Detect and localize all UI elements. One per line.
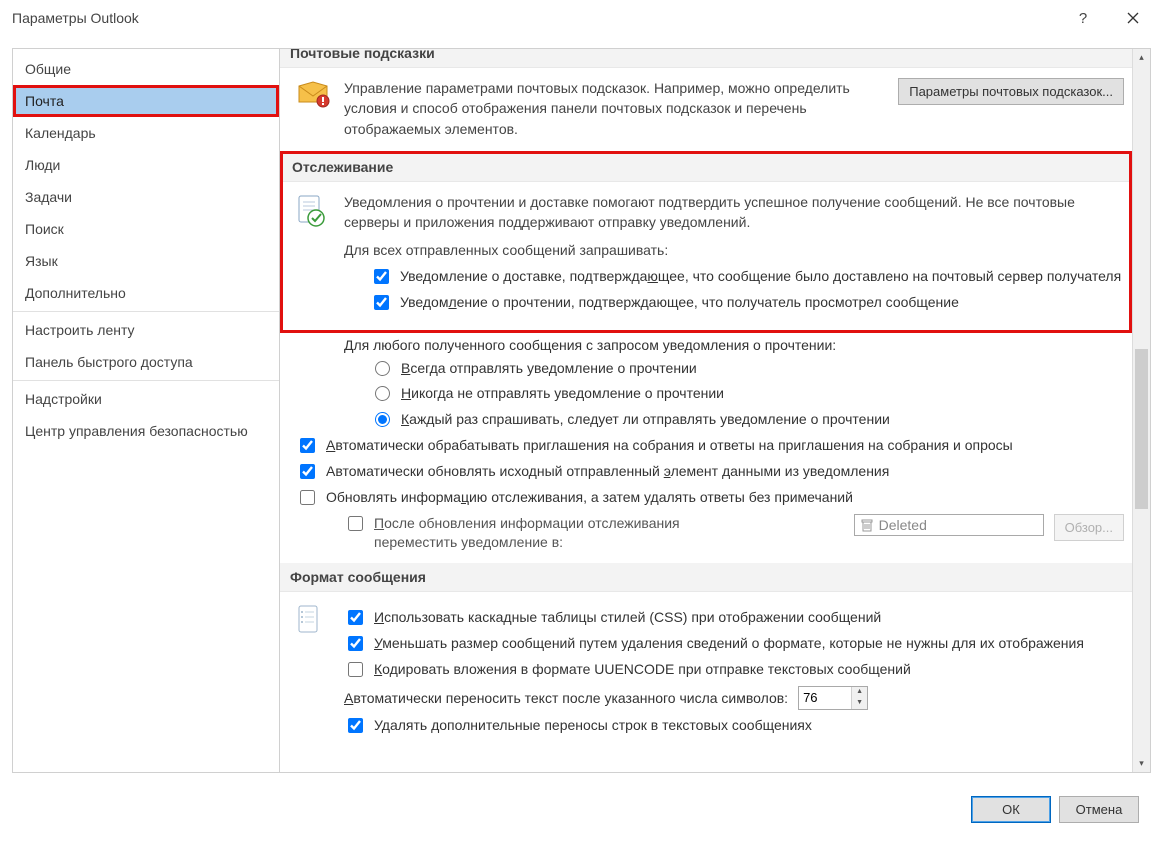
- checkbox-remove-extra-breaks-label: Удалять дополнительные переносы строк в …: [374, 716, 812, 736]
- section-header-mailtips: Почтовые подсказки: [280, 49, 1132, 68]
- tracking-request-label: Для всех отправленных сообщений запрашив…: [344, 240, 1124, 260]
- mailtips-description: Управление параметрами почтовых подсказо…: [344, 78, 884, 139]
- cancel-button[interactable]: Отмена: [1059, 796, 1139, 823]
- checkbox-update-delete-label: Обновлять информацию отслеживания, а зат…: [326, 488, 853, 508]
- radio-ask-each-time-label: Каждый раз спрашивать, следует ли отправ…: [401, 410, 890, 430]
- window-title: Параметры Outlook: [12, 10, 139, 26]
- checkbox-shrink-msg[interactable]: [348, 636, 363, 651]
- checkbox-update-delete[interactable]: [300, 490, 315, 505]
- checkbox-move-receipt[interactable]: [348, 516, 363, 531]
- checkbox-use-css[interactable]: [348, 610, 363, 625]
- checkbox-auto-process-label: Автоматически обрабатывать приглашения н…: [326, 436, 1013, 456]
- sidebar-item-search[interactable]: Поиск: [13, 213, 279, 245]
- checkbox-uuencode-label: Кодировать вложения в формате UUENCODE п…: [374, 660, 911, 680]
- sidebar-item-general[interactable]: Общие: [13, 53, 279, 85]
- sidebar-item-ribbon[interactable]: Настроить ленту: [13, 314, 279, 346]
- sidebar-item-people[interactable]: Люди: [13, 149, 279, 181]
- radio-ask-each-time[interactable]: [375, 412, 390, 427]
- envelope-info-icon: [296, 78, 330, 108]
- radio-never-send[interactable]: [375, 386, 390, 401]
- checkbox-remove-extra-breaks[interactable]: [348, 718, 363, 733]
- checkbox-use-css-label: Использовать каскадные таблицы стилей (C…: [374, 608, 881, 628]
- scroll-down-button[interactable]: ▾: [1133, 755, 1150, 772]
- radio-never-send-label: Никогда не отправлять уведомление о проч…: [401, 384, 724, 404]
- content-scrollbar[interactable]: ▴ ▾: [1132, 49, 1150, 772]
- options-content: Почтовые подсказки Управление параметрам…: [280, 49, 1132, 772]
- ok-button[interactable]: ОК: [971, 796, 1051, 823]
- wrap-text-label: Автоматически переносить текст после ука…: [344, 688, 788, 708]
- sidebar-item-trust[interactable]: Центр управления безопасностью: [13, 415, 279, 447]
- move-folder-value: Deleted: [879, 517, 927, 533]
- sidebar-item-language[interactable]: Язык: [13, 245, 279, 277]
- sidebar-item-advanced[interactable]: Дополнительно: [13, 277, 279, 309]
- checkbox-auto-update-label: Автоматически обновлять исходный отправл…: [326, 462, 889, 482]
- checkbox-uuencode[interactable]: [348, 662, 363, 677]
- checkbox-delivery-receipt[interactable]: [374, 269, 389, 284]
- scroll-thumb[interactable]: [1135, 349, 1148, 509]
- tracking-icon: [296, 192, 330, 228]
- checkbox-auto-update[interactable]: [300, 464, 315, 479]
- move-folder-field: Deleted: [854, 514, 1044, 536]
- mailtips-options-button[interactable]: Параметры почтовых подсказок...: [898, 78, 1124, 105]
- trash-icon: [861, 518, 873, 532]
- wrap-chars-input[interactable]: [799, 687, 851, 709]
- browse-button: Обзор...: [1054, 514, 1124, 541]
- document-icon: [296, 602, 330, 636]
- sidebar-item-addins[interactable]: Надстройки: [13, 383, 279, 415]
- checkbox-auto-process[interactable]: [300, 438, 315, 453]
- spinner-up[interactable]: ▲: [852, 687, 867, 698]
- checkbox-delivery-receipt-label: Уведомление о доставке, подтверждающее, …: [400, 267, 1121, 287]
- section-header-msgformat: Формат сообщения: [280, 563, 1132, 592]
- radio-always-send-label: Всегда отправлять уведомление о прочтени…: [401, 359, 697, 379]
- category-sidebar: Общие Почта Календарь Люди Задачи Поиск …: [12, 48, 280, 773]
- checkbox-read-receipt[interactable]: [374, 295, 389, 310]
- radio-always-send[interactable]: [375, 361, 390, 376]
- checkbox-shrink-msg-label: Уменьшать размер сообщений путем удалени…: [374, 634, 1084, 654]
- for-any-received-label: Для любого полученного сообщения с запро…: [344, 337, 1124, 353]
- sidebar-item-qat[interactable]: Панель быстрого доступа: [13, 346, 279, 378]
- sidebar-item-calendar[interactable]: Календарь: [13, 117, 279, 149]
- checkbox-read-receipt-label: Уведомление о прочтении, подтверждающее,…: [400, 293, 959, 313]
- sidebar-item-tasks[interactable]: Задачи: [13, 181, 279, 213]
- help-button[interactable]: ?: [1067, 2, 1099, 34]
- close-button[interactable]: [1117, 2, 1149, 34]
- tracking-description: Уведомления о прочтении и доставке помог…: [344, 192, 1124, 233]
- wrap-chars-spinner[interactable]: ▲ ▼: [798, 686, 868, 710]
- section-header-tracking: Отслеживание: [282, 153, 1130, 182]
- spinner-down[interactable]: ▼: [852, 698, 867, 709]
- scroll-up-button[interactable]: ▴: [1133, 49, 1150, 66]
- checkbox-move-receipt-label: После обновления информации отслеживания…: [374, 514, 764, 553]
- sidebar-item-mail[interactable]: Почта: [13, 85, 279, 117]
